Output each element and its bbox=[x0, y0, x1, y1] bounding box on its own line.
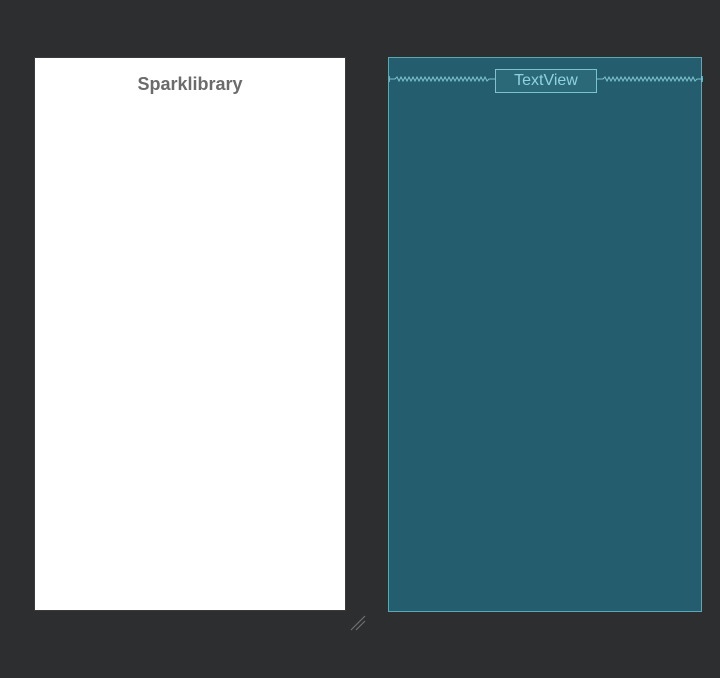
constraint-left-icon[interactable] bbox=[389, 75, 495, 83]
constraint-right-icon[interactable] bbox=[597, 75, 703, 83]
resize-handle-icon[interactable] bbox=[350, 615, 366, 631]
textview-label: TextView bbox=[514, 72, 578, 89]
blueprint-surface[interactable]: TextView bbox=[388, 57, 703, 612]
layout-editor-canvas: Sparklibrary TextView bbox=[0, 0, 720, 678]
blueprint-textview[interactable]: TextView bbox=[495, 69, 597, 93]
design-surface[interactable]: Sparklibrary bbox=[34, 57, 346, 611]
design-textview[interactable]: Sparklibrary bbox=[35, 74, 345, 95]
